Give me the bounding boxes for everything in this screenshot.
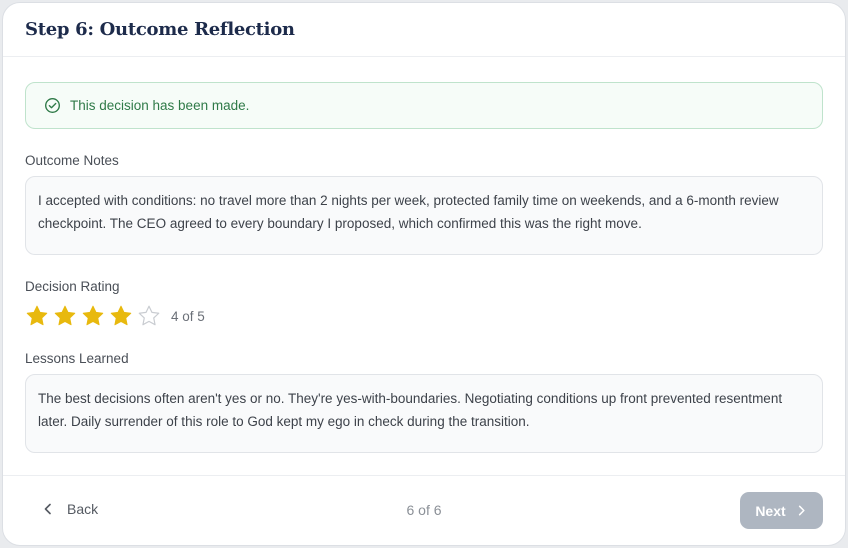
lessons-learned-label: Lessons Learned xyxy=(25,351,129,366)
rating-value-text: 4 of 5 xyxy=(171,308,205,324)
card-body: This decision has been made. Outcome Not… xyxy=(3,57,845,453)
next-button[interactable]: Next xyxy=(740,492,823,529)
star-icon-3[interactable] xyxy=(81,304,105,328)
star-icon-1[interactable] xyxy=(25,304,49,328)
check-circle-icon xyxy=(45,98,60,113)
alert-text: This decision has been made. xyxy=(70,98,250,113)
chevron-left-icon xyxy=(44,503,51,515)
reflection-card: Step 6: Outcome Reflection This decision… xyxy=(2,2,846,546)
chevron-right-icon xyxy=(798,505,805,516)
page-title: Step 6: Outcome Reflection xyxy=(25,19,295,40)
decision-made-alert: This decision has been made. xyxy=(25,82,823,129)
star-icon-5[interactable] xyxy=(137,304,161,328)
outcome-notes-field[interactable]: I accepted with conditions: no travel mo… xyxy=(25,176,823,255)
star-icon-4[interactable] xyxy=(109,304,133,328)
star-rating[interactable]: 4 of 5 xyxy=(25,303,823,329)
wizard-footer: Back 6 of 6 Next xyxy=(3,475,845,545)
next-button-label: Next xyxy=(755,502,786,519)
outcome-notes-label: Outcome Notes xyxy=(25,153,119,168)
step-counter: 6 of 6 xyxy=(406,502,442,518)
card-header: Step 6: Outcome Reflection xyxy=(3,3,845,57)
lessons-learned-field[interactable]: The best decisions often aren't yes or n… xyxy=(25,374,823,453)
star-icon-2[interactable] xyxy=(53,304,77,328)
decision-rating-label: Decision Rating xyxy=(25,279,120,294)
back-button[interactable]: Back xyxy=(41,501,98,517)
back-button-label: Back xyxy=(67,501,99,517)
